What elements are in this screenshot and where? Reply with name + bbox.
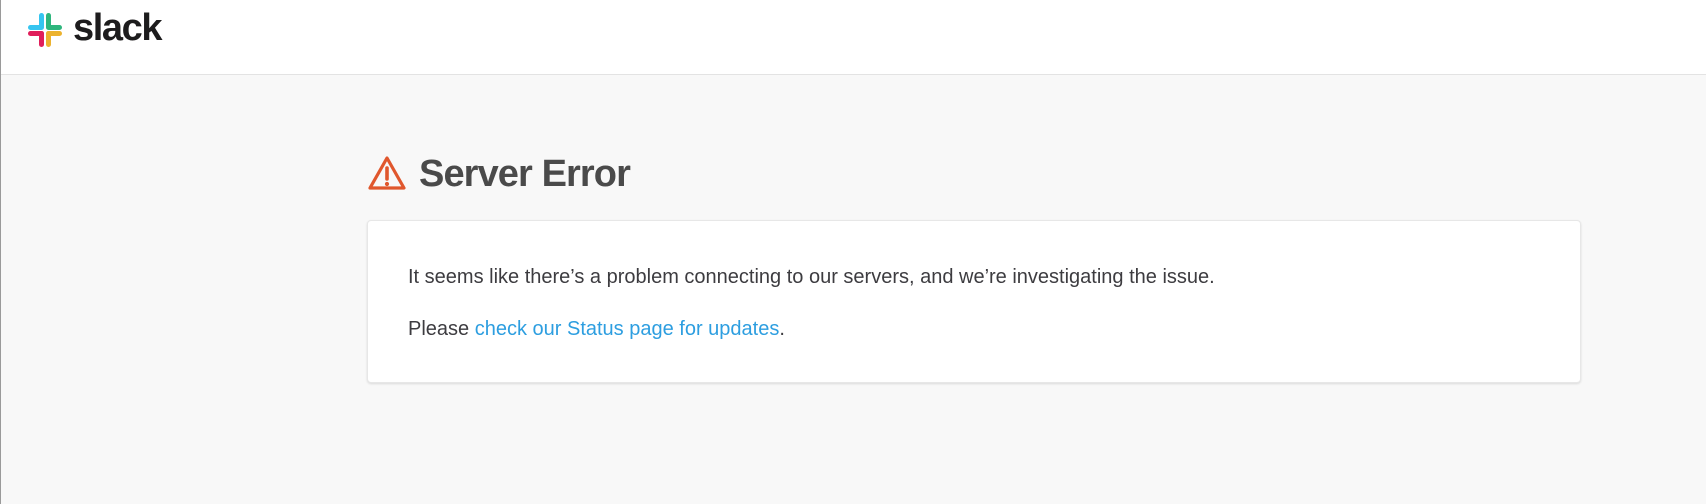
- status-message-prefix: Please: [408, 318, 475, 340]
- error-title-row: Server Error: [367, 150, 1581, 198]
- warning-triangle-icon: [367, 154, 407, 194]
- status-message-suffix: .: [779, 318, 785, 340]
- slack-logo[interactable]: slack: [25, 7, 162, 50]
- slack-logo-icon: [25, 10, 65, 50]
- error-message-card: It seems like there’s a problem connecti…: [367, 220, 1581, 383]
- status-page-link[interactable]: check our Status page for updates: [475, 318, 780, 340]
- top-header: slack: [1, 0, 1706, 75]
- status-message: Please check our Status page for updates…: [408, 315, 1540, 343]
- slack-wordmark: slack: [73, 7, 162, 49]
- server-error-content: Server Error It seems like there’s a pro…: [367, 150, 1581, 383]
- error-message: It seems like there’s a problem connecti…: [408, 266, 1215, 288]
- page-title: Server Error: [419, 153, 631, 195]
